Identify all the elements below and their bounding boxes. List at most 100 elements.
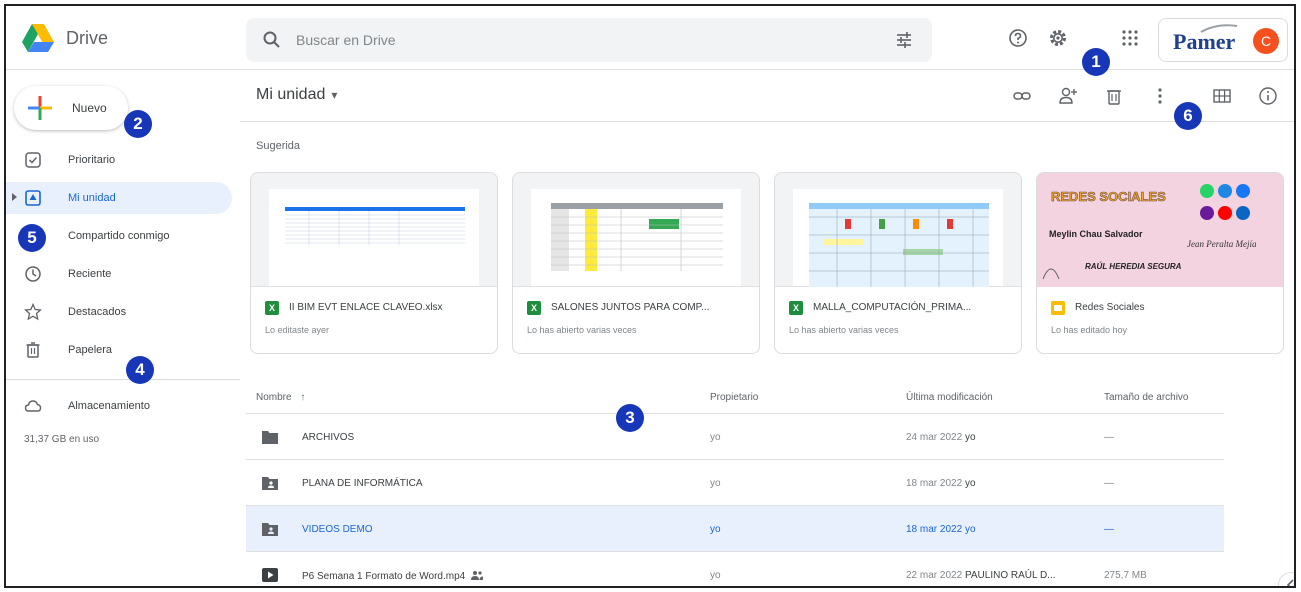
- new-button[interactable]: Nuevo: [14, 86, 128, 130]
- page-title[interactable]: Mi unidad ▾: [256, 86, 337, 104]
- card-file-name: II BIM EVT ENLACE CLAVEO.xlsx: [289, 302, 443, 313]
- file-owner: yo: [710, 432, 721, 443]
- account-brand-button[interactable]: Pamer C: [1158, 18, 1288, 62]
- spreadsheet-preview-icon: [809, 203, 989, 287]
- spreadsheet-preview-icon: [285, 207, 465, 245]
- drive-window: Drive Buscar en Drive Pamer C 1 2 3 4 5 …: [4, 4, 1296, 588]
- suggested-file-card[interactable]: X SALONES JUNTOS PARA COMP... Lo has abi…: [512, 172, 760, 354]
- shared-folder-icon: [262, 477, 278, 490]
- search-input[interactable]: [296, 30, 856, 50]
- add-person-icon[interactable]: [1058, 86, 1078, 106]
- sidebar-item-prioritario[interactable]: Prioritario: [6, 144, 232, 176]
- poster-title: REDES SOCIALES: [1051, 189, 1166, 204]
- video-file-icon: [262, 568, 278, 582]
- card-activity: Lo has editado hoy: [1051, 325, 1128, 335]
- sidebar-item-label: Papelera: [68, 344, 113, 356]
- sidebar-item-papelera[interactable]: Papelera: [6, 334, 232, 366]
- drive-logo-icon[interactable]: [22, 24, 54, 52]
- file-name: PLANA DE INFORMÁTICA: [302, 478, 423, 489]
- column-header-owner: Propietario: [710, 392, 759, 403]
- sidebar-item-label: Prioritario: [68, 154, 116, 166]
- app-name: Drive: [66, 28, 109, 48]
- slides-file-icon: [1051, 301, 1065, 315]
- sidebar-item-almacenamiento[interactable]: Almacenamiento: [6, 390, 232, 422]
- table-row-selected[interactable]: VIDEOS DEMO yo 18 mar 2022 yo —: [246, 506, 1224, 552]
- file-name: ARCHIVOS: [302, 432, 355, 443]
- expand-caret-icon[interactable]: [12, 193, 17, 201]
- file-owner: yo: [710, 478, 721, 489]
- file-size: —: [1104, 432, 1114, 443]
- callout-badge-1: 1: [1082, 48, 1110, 76]
- file-modified: 18 mar 2022 yo: [906, 524, 976, 535]
- column-header-name[interactable]: Nombre ↑: [256, 392, 305, 403]
- shared-people-icon: [471, 571, 484, 580]
- chevron-down-icon: ▾: [331, 88, 338, 102]
- card-activity: Lo has abierto varias veces: [527, 325, 637, 335]
- poster-name-3: RAÚL HEREDIA SEGURA: [1085, 262, 1182, 271]
- cloud-icon: [24, 400, 42, 412]
- sheets-file-icon: X: [527, 301, 541, 315]
- info-icon[interactable]: [1258, 86, 1278, 106]
- file-thumbnail: REDES SOCIALES Meylin Chau Salvador Jean…: [1037, 173, 1283, 287]
- file-name: VIDEOS DEMO: [302, 524, 373, 535]
- sidebar-item-label: Reciente: [68, 268, 112, 280]
- sidebar-divider: [6, 379, 240, 380]
- page-title-text: Mi unidad: [256, 86, 326, 103]
- callout-badge-4: 4: [126, 356, 154, 384]
- slides-preview-poster: REDES SOCIALES Meylin Chau Salvador Jean…: [1037, 173, 1283, 287]
- file-thumbnail: [775, 173, 1021, 287]
- file-owner: yo: [710, 570, 721, 581]
- help-icon[interactable]: [1008, 28, 1028, 48]
- sidebar-item-mi-unidad[interactable]: Mi unidad: [6, 182, 232, 214]
- file-owner: yo: [710, 524, 721, 535]
- file-modified: 24 mar 2022 yo: [906, 432, 976, 443]
- storage-used-text: 31,37 GB en uso: [24, 434, 100, 445]
- suggested-file-card[interactable]: X MALLA_COMPUTACIÓN_PRIMA... Lo has abie…: [774, 172, 1022, 354]
- sidebar-item-label: Mi unidad: [68, 192, 116, 204]
- sidebar-item-label: Destacados: [68, 306, 127, 318]
- table-row[interactable]: P6 Semana 1 Formato de Word.mp4 yo 22 ma…: [246, 552, 1224, 586]
- trash-icon: [26, 342, 40, 358]
- file-name: P6 Semana 1 Formato de Word.mp4: [302, 570, 484, 582]
- suggested-file-card[interactable]: X II BIM EVT ENLACE CLAVEO.xlsx Lo edita…: [250, 172, 498, 354]
- link-icon[interactable]: [1012, 86, 1032, 106]
- file-size: 275,7 MB: [1104, 570, 1147, 581]
- sort-arrow-up-icon[interactable]: ↑: [300, 392, 305, 403]
- callout-badge-3: 3: [616, 404, 644, 432]
- spreadsheet-preview-icon: [551, 203, 723, 271]
- shared-folder-icon: [262, 523, 278, 536]
- sidebar-item-reciente[interactable]: Reciente: [6, 258, 232, 290]
- table-row[interactable]: PLANA DE INFORMÁTICA yo 18 mar 2022 yo —: [246, 460, 1224, 506]
- chevron-left-icon: [1286, 579, 1294, 586]
- callout-badge-6: 6: [1174, 102, 1202, 130]
- card-file-name: Redes Sociales: [1075, 302, 1145, 313]
- avatar[interactable]: C: [1253, 28, 1279, 54]
- sidebar-item-label: Almacenamiento: [68, 400, 150, 412]
- side-panel-toggle[interactable]: [1278, 572, 1294, 586]
- grid-view-icon[interactable]: [1212, 86, 1232, 106]
- clock-icon: [25, 266, 41, 282]
- toolbar-divider: [240, 121, 1294, 122]
- file-modified: 22 mar 2022 PAULINO RAÚL D...: [906, 570, 1056, 581]
- check-square-icon: [25, 152, 41, 168]
- card-file-name: MALLA_COMPUTACIÓN_PRIMA...: [813, 302, 972, 313]
- more-vert-icon[interactable]: [1150, 86, 1170, 106]
- settings-gear-icon[interactable]: [1048, 28, 1068, 48]
- search-options-icon[interactable]: [894, 30, 914, 50]
- sheets-file-icon: X: [265, 301, 279, 315]
- file-thumbnail: [513, 173, 759, 287]
- suggested-file-card[interactable]: REDES SOCIALES Meylin Chau Salvador Jean…: [1036, 172, 1284, 354]
- apps-grid-icon[interactable]: [1120, 28, 1140, 48]
- file-modified: 18 mar 2022 yo: [906, 478, 976, 489]
- sidebar-item-destacados[interactable]: Destacados: [6, 296, 232, 328]
- search-icon[interactable]: [262, 30, 282, 50]
- file-size: —: [1104, 478, 1114, 489]
- callout-badge-2: 2: [124, 110, 152, 138]
- brand-logo-text: Pamer: [1173, 29, 1236, 54]
- column-header-size: Tamaño de archivo: [1104, 392, 1189, 403]
- delete-icon[interactable]: [1104, 86, 1124, 106]
- table-row[interactable]: ARCHIVOS yo 24 mar 2022 yo —: [246, 414, 1224, 460]
- file-size: —: [1104, 524, 1114, 535]
- column-header-modified: Última modificación: [906, 392, 993, 403]
- search-bar[interactable]: [246, 18, 932, 62]
